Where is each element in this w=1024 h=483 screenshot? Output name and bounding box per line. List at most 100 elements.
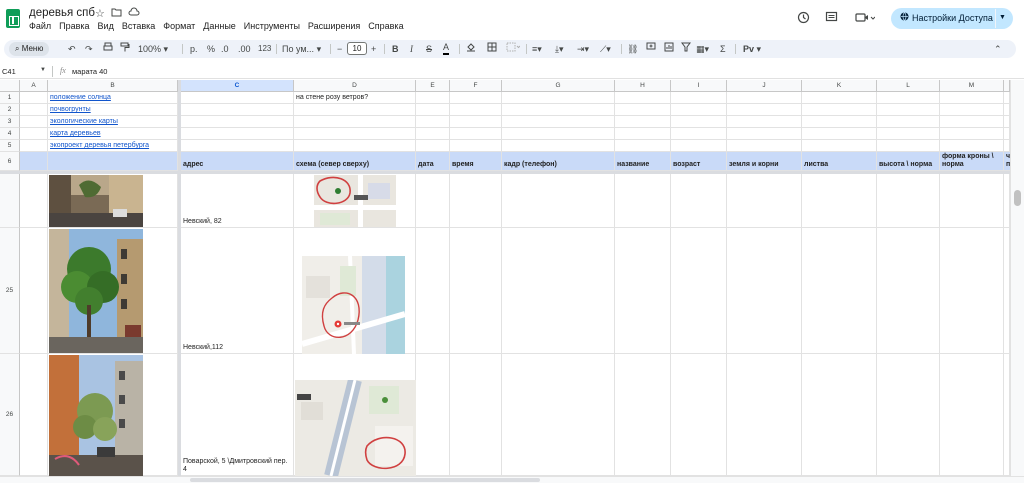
header-date[interactable]: дата [416, 152, 450, 171]
column-header-d[interactable]: D [294, 80, 416, 92]
cell-c3[interactable] [181, 116, 294, 128]
empty-cell[interactable] [450, 128, 502, 140]
zoom-select[interactable]: 100% ▾ [138, 42, 168, 56]
cell-a3[interactable] [20, 116, 48, 128]
empty-cell[interactable] [416, 104, 450, 116]
empty-cell[interactable] [802, 174, 877, 228]
text-wrap-icon[interactable]: ⇥▾ [577, 42, 589, 56]
cell-a5[interactable] [20, 140, 48, 152]
column-header-i[interactable]: I [671, 80, 727, 92]
header-age[interactable]: возраст [671, 152, 727, 171]
share-button[interactable]: Настройки Доступа ▼ [891, 8, 1013, 29]
header-height[interactable]: высота \ норма [877, 152, 940, 171]
vertical-align-icon[interactable]: ⤓▾ [555, 42, 564, 56]
cell-b3-link[interactable]: экологические карты [48, 116, 178, 128]
document-title[interactable]: деревья спб [29, 7, 95, 19]
column-header-g[interactable]: G [502, 80, 615, 92]
menu-extensions[interactable]: Расширения [308, 21, 360, 31]
empty-cell[interactable] [615, 228, 671, 354]
cell-c1[interactable] [181, 92, 294, 104]
empty-cell[interactable] [615, 104, 671, 116]
menu-help[interactable]: Справка [368, 21, 403, 31]
empty-cell[interactable] [615, 92, 671, 104]
column-header-l[interactable]: L [877, 80, 940, 92]
cell-b5-link[interactable]: экопроект деревья петербурга [48, 140, 178, 152]
menu-tools[interactable]: Инструменты [244, 21, 300, 31]
empty-cell[interactable] [940, 174, 1004, 228]
cell-c26-address[interactable]: Поварской, 5 \Дмитровский пер. 4 [181, 354, 294, 476]
empty-cell[interactable] [802, 104, 877, 116]
empty-cell[interactable] [727, 92, 802, 104]
empty-cell[interactable] [877, 354, 940, 476]
row-header-25[interactable]: 25 [0, 228, 20, 354]
empty-cell[interactable] [877, 116, 940, 128]
empty-cell[interactable] [940, 104, 1004, 116]
header-time[interactable]: время [450, 152, 502, 171]
column-header-k[interactable]: K [802, 80, 877, 92]
empty-cell[interactable] [416, 228, 450, 354]
tree-photo-row-25[interactable] [49, 229, 143, 353]
star-icon[interactable]: ☆ [95, 7, 105, 20]
empty-cell[interactable] [502, 116, 615, 128]
row-header-2[interactable]: 2 [0, 104, 20, 116]
comments-icon[interactable] [825, 11, 838, 27]
empty-cell[interactable] [416, 116, 450, 128]
horizontal-scrollbar[interactable] [0, 476, 1024, 483]
history-icon[interactable] [797, 11, 810, 27]
cell-b2-link[interactable]: почвогрунты [48, 104, 178, 116]
move-folder-icon[interactable] [111, 7, 122, 20]
menu-data[interactable]: Данные [203, 21, 236, 31]
header-scheme[interactable]: схема (север сверху) [294, 152, 416, 171]
filter-views-icon[interactable]: ▦▾ [696, 42, 709, 56]
empty-cell[interactable] [450, 174, 502, 228]
row-header-1[interactable]: 1 [0, 92, 20, 104]
empty-cell[interactable] [671, 174, 727, 228]
empty-cell[interactable] [671, 92, 727, 104]
empty-cell[interactable] [450, 354, 502, 476]
font-size-input[interactable]: 10 [347, 42, 367, 55]
column-header-a[interactable]: A [20, 80, 48, 92]
cell-a26[interactable] [20, 354, 48, 476]
cell-d3[interactable] [294, 116, 416, 128]
increase-decimal-button[interactable]: .00 [238, 42, 251, 56]
empty-cell[interactable] [450, 228, 502, 354]
share-dropdown-icon[interactable]: ▼ [999, 14, 1006, 21]
column-header-f[interactable]: F [450, 80, 502, 92]
empty-cell[interactable] [877, 128, 940, 140]
row-header-6[interactable]: 6 [0, 152, 20, 171]
header-frame[interactable]: кадр (телефон) [502, 152, 615, 171]
empty-cell[interactable] [877, 104, 940, 116]
map-row-26[interactable] [295, 380, 416, 476]
input-tools-icon[interactable]: Pv ▾ [743, 42, 761, 56]
bold-button[interactable]: B [392, 42, 399, 56]
empty-cell[interactable] [416, 128, 450, 140]
empty-cell[interactable] [877, 140, 940, 152]
row-header-26[interactable]: 26 [0, 354, 20, 476]
cell-c2[interactable] [181, 104, 294, 116]
column-header-c[interactable]: C [181, 80, 294, 92]
cell-b6[interactable] [48, 152, 178, 171]
filter-icon[interactable] [681, 42, 691, 56]
borders-icon[interactable] [487, 42, 497, 56]
empty-cell[interactable] [802, 92, 877, 104]
empty-cell[interactable] [802, 354, 877, 476]
cell-a24[interactable] [20, 174, 48, 228]
empty-cell[interactable] [502, 104, 615, 116]
horizontal-scroll-thumb[interactable] [190, 478, 540, 482]
empty-cell[interactable] [877, 174, 940, 228]
vertical-scroll-thumb[interactable] [1014, 190, 1021, 206]
tree-photo-row-24[interactable] [49, 175, 143, 227]
row-header-24[interactable] [0, 174, 20, 228]
empty-cell[interactable] [940, 92, 1004, 104]
sum-function-icon[interactable]: Σ [720, 42, 726, 56]
empty-cell[interactable] [802, 128, 877, 140]
empty-cell[interactable] [727, 174, 802, 228]
cell-b1-link[interactable]: положение солнца [48, 92, 178, 104]
empty-cell[interactable] [502, 354, 615, 476]
cell-c4[interactable] [181, 128, 294, 140]
empty-cell[interactable] [502, 92, 615, 104]
empty-cell[interactable] [671, 128, 727, 140]
font-select[interactable]: По ум... ▾ [282, 42, 321, 56]
name-box[interactable]: C41 [2, 67, 16, 76]
empty-cell[interactable] [727, 104, 802, 116]
